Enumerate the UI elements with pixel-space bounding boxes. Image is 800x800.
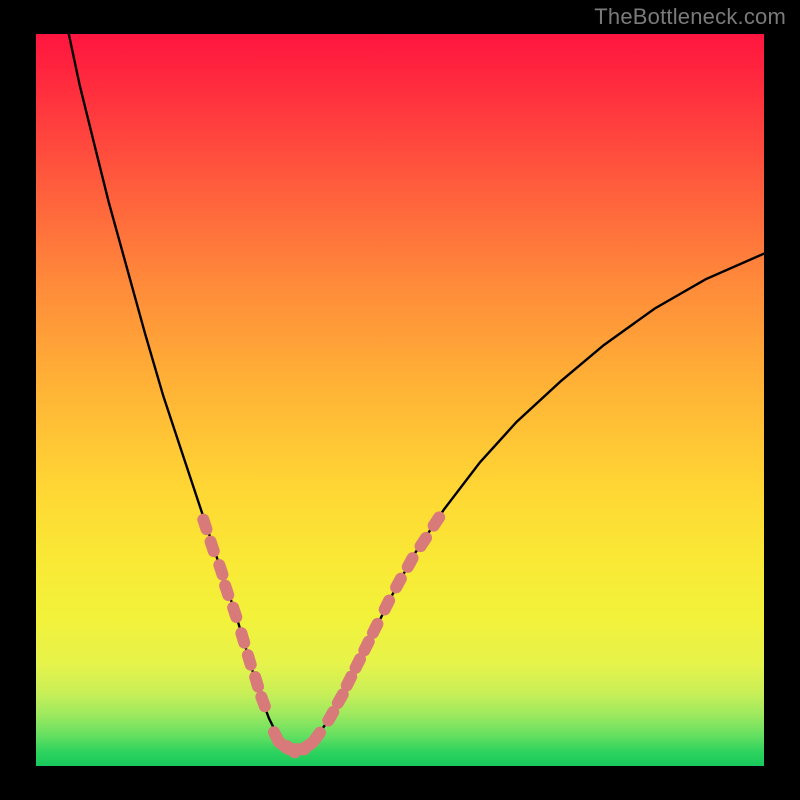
- curve-marker: [203, 534, 221, 559]
- curve-marker: [254, 689, 273, 714]
- watermark-text: TheBottleneck.com: [594, 4, 786, 30]
- chart-frame: TheBottleneck.com: [0, 0, 800, 800]
- curve-marker: [226, 600, 244, 625]
- curve-marker: [218, 578, 236, 603]
- curve-marker: [240, 648, 258, 673]
- curve-marker: [425, 509, 447, 534]
- curve-marker: [248, 670, 266, 695]
- curve-marker: [400, 550, 421, 575]
- curve-marker: [212, 557, 230, 582]
- marker-group: [196, 509, 448, 761]
- curve-marker: [377, 592, 398, 617]
- bottleneck-curve: [69, 34, 764, 749]
- plot-area: [36, 34, 764, 766]
- curve-layer: [36, 34, 764, 766]
- curve-marker: [234, 626, 252, 651]
- curve-marker: [196, 512, 214, 537]
- curve-marker: [388, 570, 409, 595]
